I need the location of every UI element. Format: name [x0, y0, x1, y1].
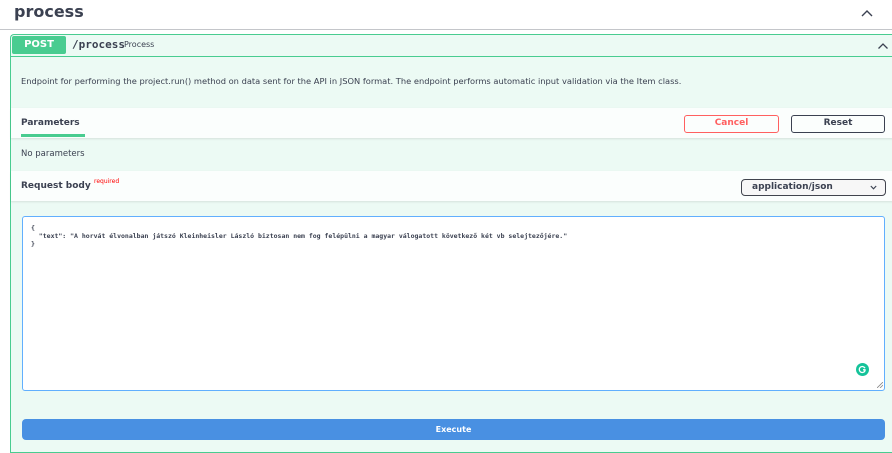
resize-grip-icon[interactable]	[877, 382, 883, 388]
operation-summary: Process	[124, 40, 155, 49]
content-type-select[interactable]: application/json	[741, 179, 886, 196]
request-body-editor[interactable]: { "text": "A horvát élvonalban játszó Kl…	[22, 216, 885, 391]
content-type-value: application/json	[752, 182, 833, 192]
parameters-header: Parameters Cancel Reset	[11, 108, 892, 138]
operation-path: /process	[72, 38, 125, 51]
operation-description: Endpoint for performing the project.run(…	[21, 76, 682, 86]
execute-button[interactable]: Execute	[22, 419, 885, 440]
reset-button[interactable]: Reset	[791, 115, 885, 133]
no-parameters-text: No parameters	[21, 149, 85, 159]
request-body-header: Request body required application/json	[11, 171, 892, 201]
opblock-post-process: POST /process Process Endpoint for perfo…	[10, 34, 892, 453]
tab-underline	[21, 134, 85, 137]
method-badge: POST	[12, 36, 66, 54]
tag-title: process	[14, 2, 84, 21]
chevron-up-icon[interactable]	[860, 6, 874, 20]
grammarly-icon[interactable]	[856, 363, 869, 376]
required-badge: required	[94, 178, 120, 185]
opblock-summary[interactable]: POST /process Process	[11, 35, 892, 57]
tab-parameters[interactable]: Parameters	[21, 118, 80, 128]
chevron-down-icon	[870, 185, 877, 190]
tag-header[interactable]: process	[0, 0, 892, 30]
cancel-button[interactable]: Cancel	[684, 115, 779, 133]
chevron-up-icon[interactable]	[877, 40, 889, 52]
request-body-label: Request body	[21, 181, 91, 191]
